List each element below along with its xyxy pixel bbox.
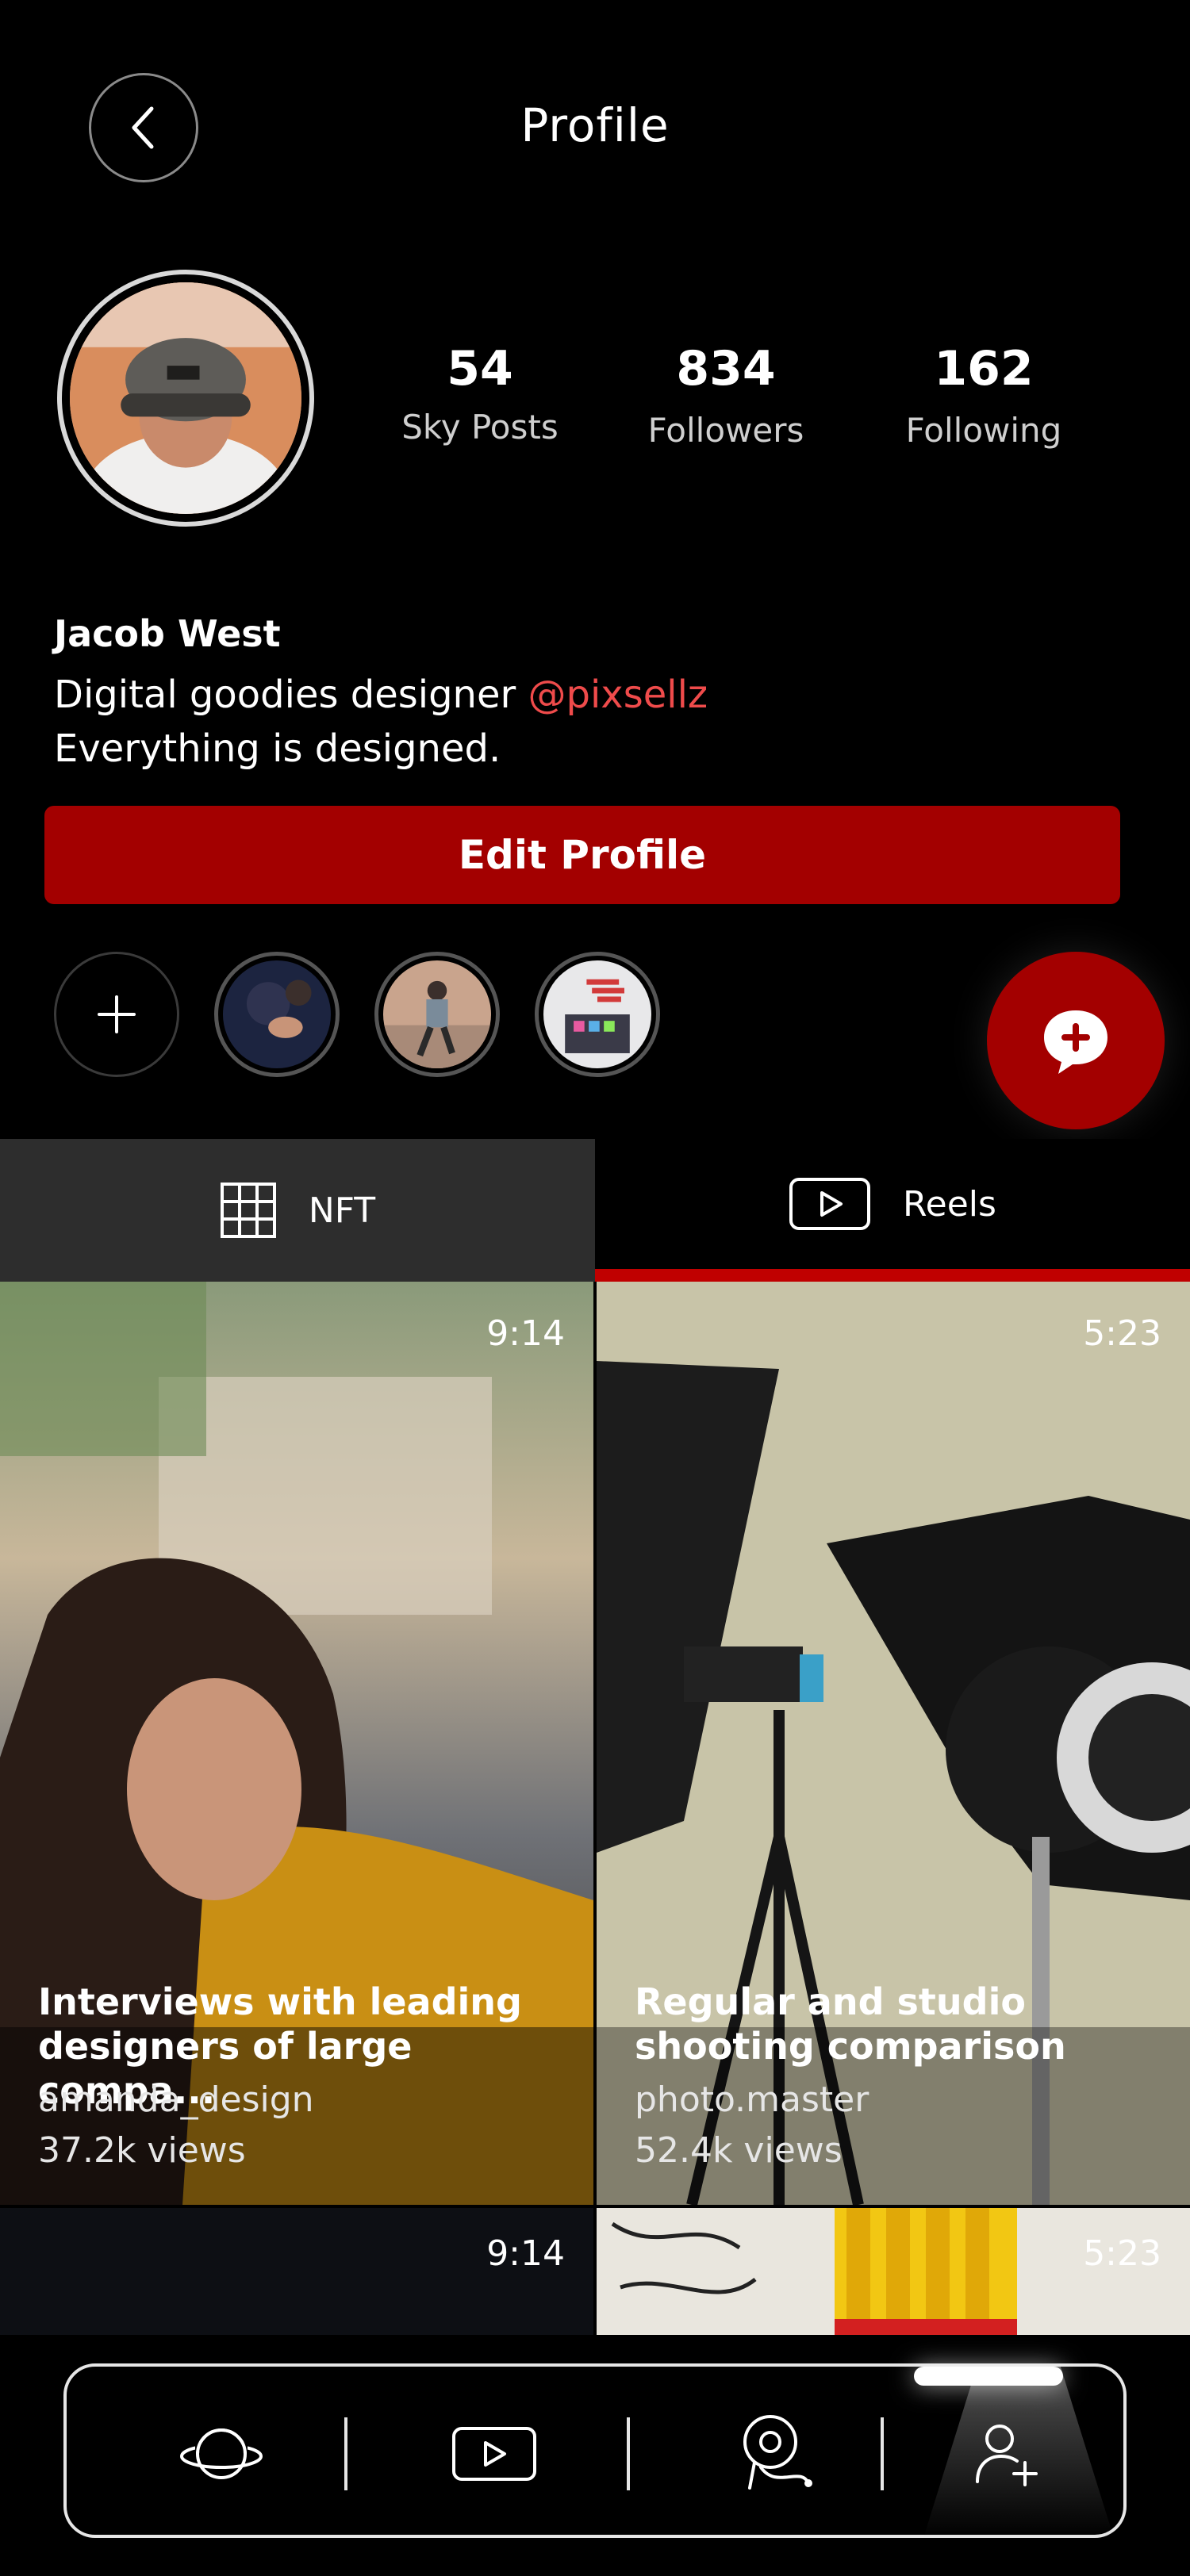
post-duration: 5:23 <box>1083 2233 1161 2274</box>
story-highlight[interactable] <box>214 952 340 1077</box>
video-icon <box>452 2427 536 2481</box>
post-title-line: Interviews with leading <box>38 1980 522 2023</box>
stat-following[interactable]: 162 Following <box>896 341 1071 450</box>
post-views: 52.4k views <box>635 2130 843 2171</box>
post-tile[interactable]: 9:14 <box>0 2208 593 2335</box>
planet-icon <box>180 2428 263 2479</box>
add-highlight-button[interactable] <box>54 952 179 1077</box>
new-message-fab[interactable] <box>987 952 1165 1129</box>
plus-icon <box>98 995 136 1033</box>
page-title: Profile <box>520 98 670 152</box>
post-title: Regular and studio shooting comparison <box>635 1980 1158 2068</box>
location-route-icon <box>743 2415 812 2490</box>
highlight-thumbnail <box>383 960 491 1068</box>
tab-nft[interactable]: NFT <box>0 1139 595 1282</box>
post-tile[interactable]: 9:14 Interviews with leading designers o… <box>0 1282 593 2205</box>
chat-add-icon <box>1044 1010 1107 1074</box>
post-tile[interactable]: 5:23 <box>597 2208 1190 2335</box>
content-tabs: NFT Reels <box>0 1139 1190 1282</box>
edit-profile-button[interactable]: Edit Profile <box>44 806 1120 904</box>
stat-value: 54 <box>447 341 513 397</box>
stat-label: Sky Posts <box>401 408 559 447</box>
bottom-nav <box>63 2363 1127 2538</box>
nav-divider <box>881 2417 884 2490</box>
bio-text: Digital goodies designer <box>54 673 528 717</box>
post-views: 37.2k views <box>38 2130 246 2171</box>
post-duration: 5:23 <box>1083 1313 1161 1354</box>
stat-label: Followers <box>647 411 804 450</box>
profile-bio-line2: Everything is designed. <box>54 726 501 771</box>
bio-mention-link[interactable]: @pixsellz <box>528 673 708 717</box>
nav-divider <box>627 2417 630 2490</box>
stat-value: 834 <box>676 341 776 397</box>
tab-label: Reels <box>903 1183 996 1225</box>
highlight-thumbnail <box>543 960 651 1068</box>
story-highlight[interactable] <box>374 952 500 1077</box>
profile-bio-line1: Digital goodies designer @pixsellz <box>54 673 708 717</box>
nav-add-user[interactable] <box>955 2406 1058 2501</box>
nav-videos[interactable] <box>443 2406 546 2501</box>
tab-label: NFT <box>308 1190 376 1231</box>
stat-followers[interactable]: 834 Followers <box>635 341 817 450</box>
story-highlight[interactable] <box>535 952 660 1077</box>
active-tab-indicator <box>914 2367 1063 2386</box>
add-user-icon <box>976 2425 1038 2486</box>
reels-icon <box>789 1178 871 1230</box>
avatar-photo <box>70 282 301 514</box>
profile-name: Jacob West <box>54 612 281 655</box>
post-title-line: Regular and studio <box>635 1980 1026 2023</box>
post-duration: 9:14 <box>486 2233 565 2274</box>
stat-value: 162 <box>934 341 1034 397</box>
grid-icon <box>220 1183 276 1238</box>
stat-sky-posts[interactable]: 54 Sky Posts <box>397 341 563 447</box>
post-duration: 9:14 <box>486 1313 565 1354</box>
post-title-line: shooting comparison <box>635 2025 1066 2068</box>
nav-divider <box>344 2417 347 2490</box>
nav-location[interactable] <box>725 2406 828 2501</box>
highlight-thumbnail <box>223 960 331 1068</box>
stat-label: Following <box>905 411 1062 450</box>
post-tile[interactable]: 5:23 Regular and studio shooting compari… <box>597 1282 1190 2205</box>
post-username[interactable]: photo.master <box>635 2080 869 2120</box>
post-username[interactable]: amanda_design <box>38 2080 314 2120</box>
tab-reels[interactable]: Reels <box>595 1139 1190 1282</box>
profile-avatar[interactable] <box>57 270 314 527</box>
nav-explore[interactable] <box>170 2406 273 2501</box>
